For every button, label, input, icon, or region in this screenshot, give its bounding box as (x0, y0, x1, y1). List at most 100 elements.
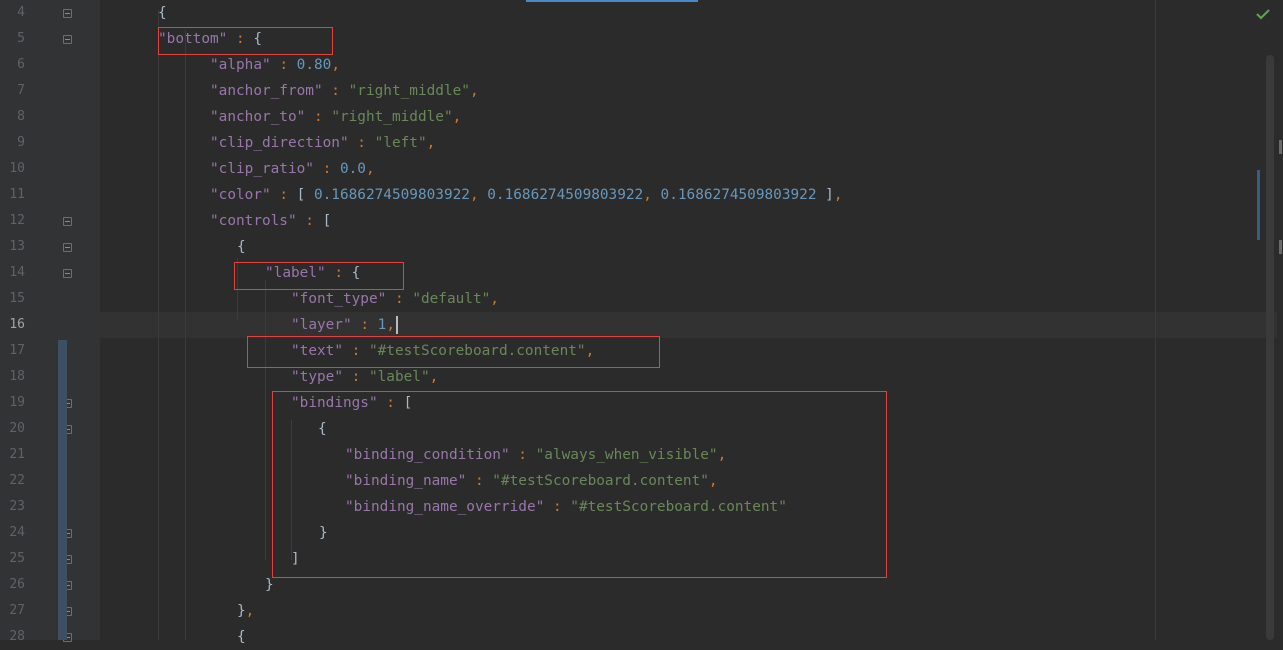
code-token: : (377, 395, 404, 411)
code-token: [ (322, 213, 332, 229)
code-token: { (351, 265, 361, 281)
line-number: 14 (9, 265, 25, 280)
fold-toggle-icon[interactable] (63, 269, 72, 278)
line-number: 7 (17, 83, 25, 98)
code-token: "anchor_from" (210, 83, 323, 99)
vertical-scrollbar[interactable] (1266, 55, 1274, 640)
code-editor[interactable]: 4 5 6 7 8 9 10 11 12 13 14 15 16 17 18 19 20 21 22 23 24 25 26… (0, 0, 1283, 645)
code-token: : (325, 265, 352, 281)
code-line[interactable]: "anchor_from" : "right_middle", (100, 78, 1277, 104)
code-line[interactable]: { (100, 0, 1277, 26)
line-number: 18 (9, 369, 25, 384)
code-line[interactable]: "type" : "label", (100, 364, 1277, 390)
code-token: , (426, 135, 436, 151)
code-line[interactable]: } (100, 572, 1277, 598)
code-token: 0.1686274509803922 (313, 187, 470, 203)
code-token: : (342, 343, 369, 359)
code-token: "clip_direction" (210, 135, 349, 151)
line-number: 12 (9, 213, 25, 228)
code-token: 0.80 (296, 57, 332, 73)
code-token: : (466, 473, 493, 489)
code-token: ] (291, 551, 300, 567)
code-line[interactable]: { (100, 416, 1277, 442)
code-token: } (265, 577, 274, 593)
code-line[interactable]: }, (100, 598, 1277, 624)
code-token: "#testScoreboard.content" (570, 499, 787, 515)
code-token: ] (816, 187, 834, 203)
code-token: 0.1686274509803922 (487, 187, 644, 203)
code-line[interactable]: { (100, 234, 1277, 260)
line-number-gutter: 4 5 6 7 8 9 10 11 12 13 14 15 16 17 18 19 20 21 22 23 24 25 26… (0, 0, 100, 644)
code-token: "right_middle" (331, 109, 453, 125)
code-token: : (509, 447, 536, 463)
code-line[interactable]: "font_type" : "default", (100, 286, 1277, 312)
edge-marker (1279, 140, 1282, 154)
code-token: : (351, 317, 378, 333)
code-token: "default" (412, 291, 491, 307)
code-token: , (245, 603, 255, 619)
fold-toggle-icon[interactable] (63, 217, 72, 226)
code-line[interactable]: "clip_direction" : "left", (100, 130, 1277, 156)
code-line[interactable]: "binding_condition" : "always_when_visib… (100, 442, 1277, 468)
check-icon[interactable] (1256, 8, 1270, 20)
code-token: : (322, 83, 349, 99)
line-number: 11 (9, 187, 25, 202)
code-line[interactable]: "clip_ratio" : 0.0, (100, 156, 1277, 182)
code-token: , (469, 83, 479, 99)
line-number: 22 (9, 473, 25, 488)
code-token: "#testScoreboard.content" (368, 343, 586, 359)
code-line[interactable]: "binding_name" : "#testScoreboard.conten… (100, 468, 1277, 494)
fold-toggle-icon[interactable] (63, 243, 72, 252)
line-number: 21 (9, 447, 25, 462)
code-line[interactable]: } (100, 520, 1277, 546)
code-line[interactable]: "layer" : 1, (100, 312, 1277, 338)
code-token: : (305, 109, 332, 125)
line-number: 24 (9, 525, 25, 540)
code-line[interactable]: ] (100, 546, 1277, 572)
code-token: "clip_ratio" (210, 161, 314, 177)
code-line[interactable]: "label" : { (100, 260, 1277, 286)
line-number: 27 (9, 603, 25, 618)
code-line[interactable]: "bottom" : { (100, 26, 1277, 52)
line-number: 17 (9, 343, 25, 358)
code-token: { (237, 629, 246, 645)
code-line[interactable]: "bindings" : [ (100, 390, 1277, 416)
code-line[interactable]: "alpha" : 0.80, (100, 52, 1277, 78)
code-token: "anchor_to" (210, 109, 306, 125)
text-caret (396, 316, 398, 334)
code-token: , (331, 57, 340, 73)
code-token: : (348, 135, 375, 151)
code-token: "#testScoreboard.content" (492, 473, 709, 489)
code-token: { (318, 421, 327, 437)
code-token: { (253, 31, 262, 47)
code-token: 0.1686274509803922 (660, 187, 817, 203)
code-token: , (708, 473, 718, 489)
code-token: , (717, 447, 727, 463)
code-token: , (585, 343, 595, 359)
code-line[interactable]: "color" : [ 0.1686274509803922, 0.168627… (100, 182, 1277, 208)
code-token: "type" (291, 369, 343, 385)
code-token: "color" (210, 187, 271, 203)
code-line[interactable]: "anchor_to" : "right_middle", (100, 104, 1277, 130)
code-token: 0.0 (339, 161, 366, 177)
code-token: } (319, 525, 328, 541)
code-line[interactable]: "text" : "#testScoreboard.content", (100, 338, 1277, 364)
code-token: : (227, 31, 254, 47)
code-line[interactable]: "controls" : [ (100, 208, 1277, 234)
vcs-change-bar (58, 340, 67, 640)
code-token: [ (296, 187, 314, 203)
line-number: 20 (9, 421, 25, 436)
code-token: "bindings" (291, 395, 378, 411)
code-line[interactable]: { (100, 624, 1277, 650)
fold-toggle-icon[interactable] (63, 9, 72, 18)
code-token: , (643, 187, 661, 203)
fold-toggle-icon[interactable] (63, 35, 72, 44)
code-token: , (452, 109, 462, 125)
line-number: 8 (17, 109, 25, 124)
code-token: , (386, 317, 395, 333)
code-area[interactable]: {"bottom" : {"alpha" : 0.80, "anchor_from… (100, 0, 1277, 645)
code-token: : (313, 161, 340, 177)
code-line[interactable]: "binding_name_override" : "#testScoreboa… (100, 494, 1277, 520)
line-number: 4 (17, 5, 25, 20)
code-token: "binding_name_override" (345, 499, 545, 515)
